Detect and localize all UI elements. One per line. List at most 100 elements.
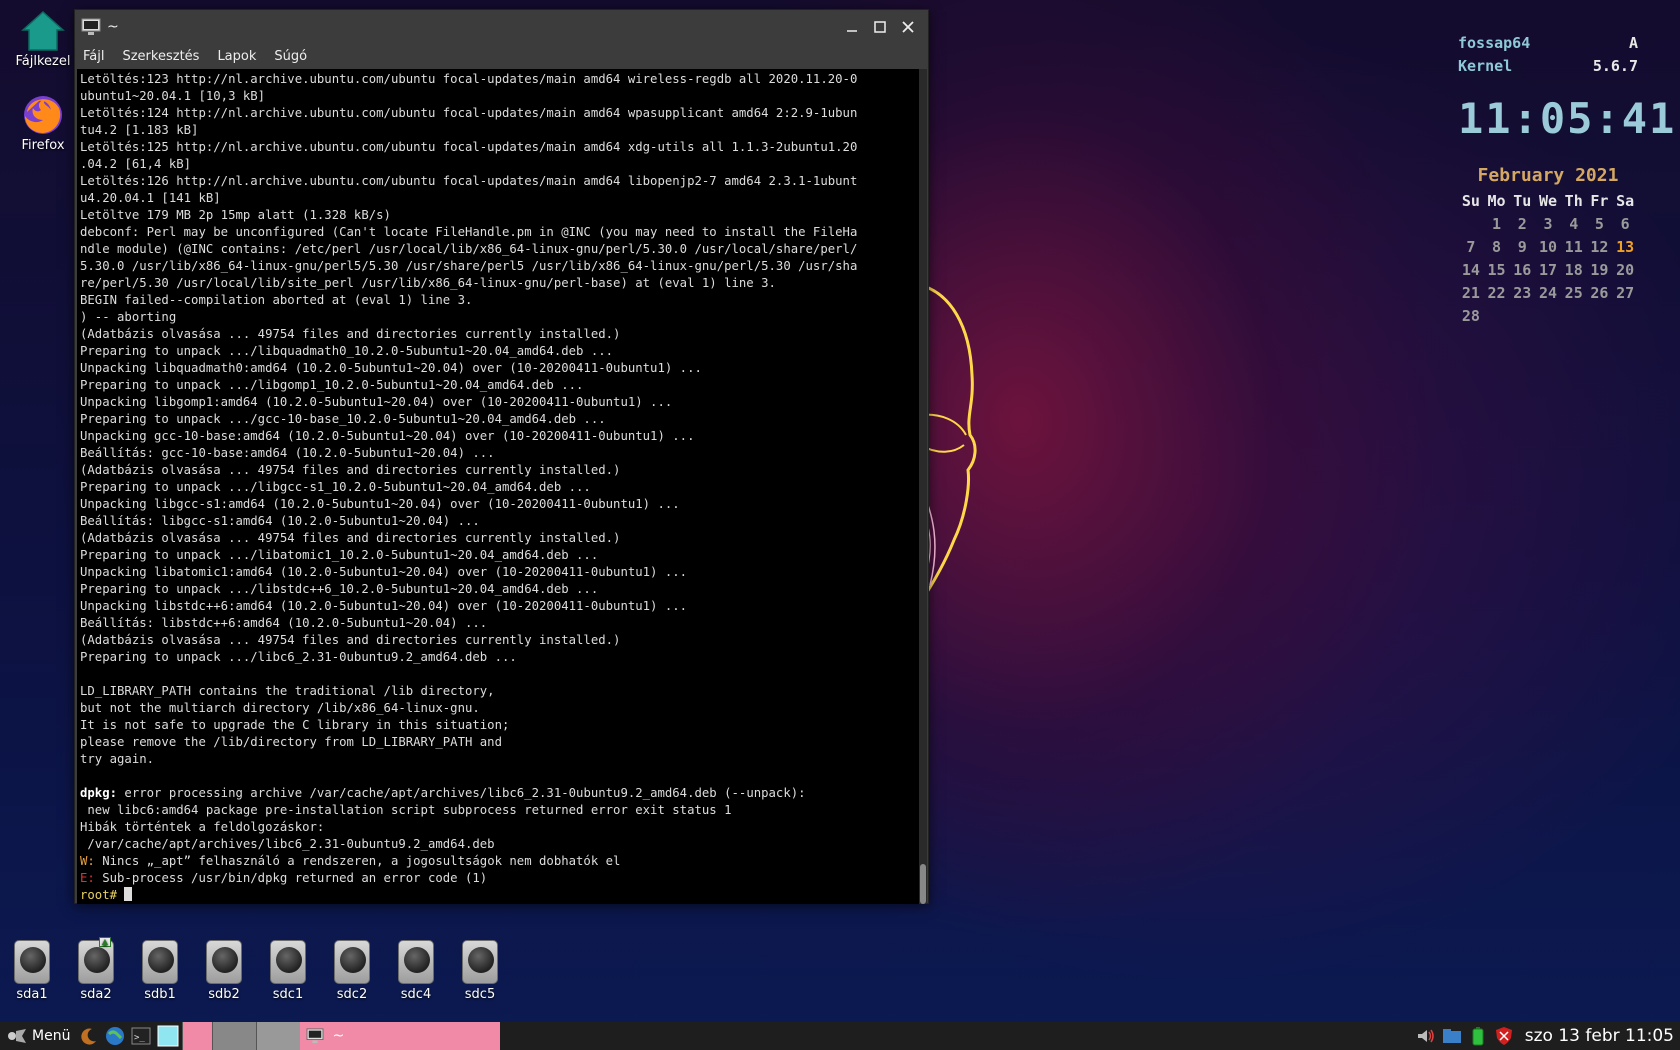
terminal-line: (Adatbázis olvasása ... 49754 files and …	[80, 463, 621, 477]
terminal-line: Beállítás: libgcc-s1:amd64 (10.2.0-5ubun…	[80, 514, 480, 528]
terminal-scrollbar[interactable]	[919, 69, 927, 904]
taskbar-clock[interactable]: szo 13 febr 11:05	[1525, 1026, 1674, 1046]
quicklaunch-browser[interactable]	[104, 1025, 126, 1047]
calendar-weekday: Sa	[1616, 192, 1635, 210]
show-desktop-icon	[157, 1025, 179, 1047]
terminal-line: Preparing to unpack .../libatomic1_10.2.…	[80, 548, 599, 562]
terminal-line: but not the multiarch directory /lib/x86…	[80, 701, 480, 715]
maximize-icon	[874, 21, 886, 33]
calendar-day: 6	[1620, 215, 1630, 233]
menu-edit[interactable]: Szerkesztés	[122, 49, 199, 64]
terminal-icon: >_	[131, 1027, 151, 1045]
terminal-line: W: Nincs „_apt” felhasználó a rendszeren…	[80, 853, 919, 870]
menu-tabs[interactable]: Lapok	[217, 49, 256, 64]
terminal-line: dpkg: error processing archive /var/cach…	[80, 785, 919, 802]
firefox-icon	[24, 96, 62, 134]
terminal-line: Hibák történtek a feldolgozáskor:	[80, 820, 325, 834]
scrollbar-thumb[interactable]	[920, 864, 926, 904]
calendar-day: 21	[1461, 284, 1480, 302]
start-menu-button[interactable]: Menü	[0, 1022, 76, 1050]
terminal-app-icon	[307, 1028, 324, 1044]
drive-sdb1[interactable]: sdb1	[130, 940, 190, 1002]
terminal-line: Letöltés:125 http://nl.archive.ubuntu.co…	[80, 140, 858, 154]
terminal-output[interactable]: Letöltés:123 http://nl.archive.ubuntu.co…	[77, 69, 922, 904]
maximize-button[interactable]	[866, 14, 894, 40]
terminal-line: u4.20.04.1 [141 kB]	[80, 191, 221, 205]
workspace-1[interactable]	[182, 1022, 213, 1050]
calendar-day: 2	[1517, 215, 1527, 233]
host-value: A	[1628, 34, 1638, 52]
calendar-day: 15	[1487, 261, 1506, 279]
close-icon	[902, 21, 914, 33]
error-message: Sub-process /usr/bin/dpkg returned an er…	[94, 871, 488, 885]
warning-prefix: W:	[80, 854, 95, 868]
moon-icon	[81, 1028, 97, 1045]
calendar-grid: Su Mo Tu We Th Fr Sa 1 2 3 4 5 6 7 8 9 10 11 12 13 14 15 16 17 1…	[1458, 190, 1638, 328]
calendar-day: 23	[1513, 284, 1532, 302]
terminal-line: Preparing to unpack .../libquadmath0_10.…	[80, 344, 614, 358]
quicklaunch-desktop[interactable]	[156, 1025, 180, 1047]
calendar-day: 10	[1538, 238, 1558, 256]
hard-drive-icon	[334, 940, 370, 984]
terminal-line: Preparing to unpack .../libstdc++6_10.2.…	[80, 582, 599, 596]
terminal-line: Preparing to unpack .../libgcc-s1_10.2.0…	[80, 480, 591, 494]
drive-sdc1[interactable]: sdc1	[258, 940, 318, 1002]
quicklaunch-terminal[interactable]: >_	[130, 1025, 152, 1047]
workspace-2[interactable]	[212, 1022, 257, 1050]
hard-drive-icon	[270, 940, 306, 984]
kernel-label: Kernel	[1458, 57, 1513, 75]
close-button[interactable]	[894, 14, 922, 40]
security-button[interactable]	[1494, 1026, 1514, 1046]
taskbar-item-terminal[interactable]: ~	[300, 1022, 501, 1050]
wallpaper-mask-art	[920, 285, 977, 604]
terminal-line: Preparing to unpack .../libc6_2.31-0ubun…	[80, 650, 517, 664]
desktop-icon-file-manager[interactable]: Fájlkezel	[8, 10, 78, 69]
workspace-3[interactable]	[256, 1022, 301, 1050]
taskbar-item-label: ~	[332, 1028, 345, 1044]
battery-button[interactable]	[1468, 1026, 1488, 1046]
drive-label: sdc1	[272, 987, 304, 1002]
drive-label: sdc4	[400, 987, 432, 1002]
desktop-icon-firefox[interactable]: Firefox	[8, 92, 78, 153]
volume-button[interactable]	[1416, 1026, 1436, 1046]
calendar-weekday: Mo	[1487, 192, 1506, 210]
drive-label: sdc5	[464, 987, 496, 1002]
menu-icon	[8, 1029, 26, 1043]
terminal-titlebar[interactable]: ~	[75, 10, 928, 44]
terminal-line: 5.30.0 /usr/lib/x86_64-linux-gnu/perl5/5…	[80, 259, 858, 273]
svg-text:>_: >_	[134, 1033, 145, 1043]
terminal-line: ) -- aborting	[80, 310, 177, 324]
terminal-prompt-line[interactable]: root#	[80, 887, 919, 904]
terminal-line: /var/cache/apt/archives/libc6_2.31-0ubun…	[80, 837, 495, 851]
menu-file[interactable]: Fájl	[83, 49, 104, 64]
drive-sdc4[interactable]: sdc4	[386, 940, 446, 1002]
drive-sda1[interactable]: sda1	[2, 940, 62, 1002]
calendar-day: 11	[1564, 238, 1583, 256]
calendar-title: February 2021	[1477, 165, 1619, 186]
terminal-line: It is not safe to upgrade the C library …	[80, 718, 510, 732]
calendar-day: 26	[1590, 284, 1609, 302]
calendar-day	[1458, 213, 1484, 236]
conky-clock: 11:05:41	[1458, 94, 1677, 143]
menu-help[interactable]: Súgó	[274, 49, 307, 64]
drive-sdb2[interactable]: sdb2	[194, 940, 254, 1002]
calendar-day: 18	[1564, 261, 1583, 279]
quicklaunch-moon[interactable]	[78, 1025, 100, 1047]
terminal-window[interactable]: ~ Fájl Szerkesztés Lapok Súgó Letöltés:1…	[74, 9, 929, 904]
drive-sdc5[interactable]: sdc5	[450, 940, 510, 1002]
terminal-line: Unpacking libgomp1:amd64 (10.2.0-5ubuntu…	[80, 395, 673, 409]
battery-icon	[1472, 1027, 1484, 1046]
hard-drive-icon	[398, 940, 434, 984]
minimize-button[interactable]	[838, 14, 866, 40]
terminal-line: Preparing to unpack .../libgomp1_10.2.0-…	[80, 378, 584, 392]
calendar-day: 5	[1594, 215, 1604, 233]
drive-sdc2[interactable]: sdc2	[322, 940, 382, 1002]
drive-sda2[interactable]: ▲ sda2	[66, 937, 126, 1002]
calendar-day: 28	[1461, 307, 1480, 325]
network-button[interactable]	[1442, 1026, 1462, 1046]
warning-message: Nincs „_apt” felhasználó a rendszeren, a…	[94, 854, 621, 868]
calendar-day: 9	[1517, 238, 1527, 256]
terminal-line: new libc6:amd64 package pre-installation…	[80, 803, 732, 817]
desktop-icon-label: Fájlkezel	[15, 54, 71, 69]
